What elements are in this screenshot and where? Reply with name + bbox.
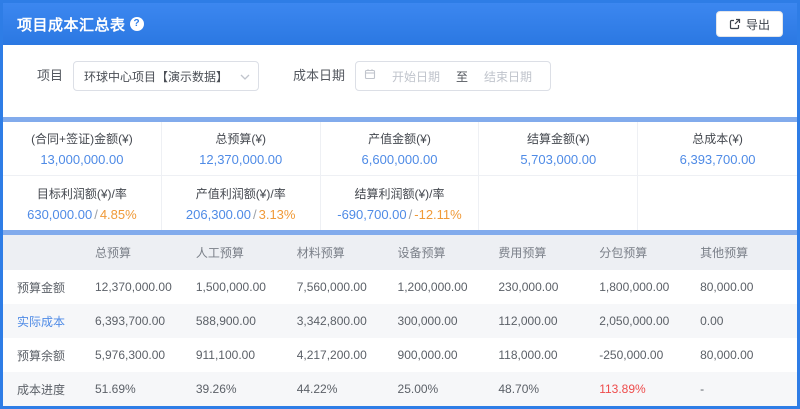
- card-label: 总成本(¥): [692, 130, 743, 147]
- card-value: 6,600,000.00: [362, 152, 438, 167]
- table-cell: 44.22%: [293, 372, 394, 406]
- table-cell: 300,000.00: [394, 304, 495, 338]
- chevron-down-icon: [240, 67, 250, 85]
- help-icon[interactable]: ?: [130, 17, 144, 31]
- card-label: 结算金额(¥): [527, 130, 590, 147]
- cost-table: 总预算人工预算材料预算设备预算费用预算分包预算其他预算 预算金额12,370,0…: [3, 235, 797, 406]
- row-label: 成本进度: [3, 372, 91, 406]
- table-header-row: 总预算人工预算材料预算设备预算费用预算分包预算其他预算: [3, 235, 797, 270]
- table-cell: 1,200,000.00: [394, 270, 495, 304]
- table-cell: -: [696, 372, 797, 406]
- table-cell: 113.89%: [595, 372, 696, 406]
- column-header: 材料预算: [293, 235, 394, 270]
- export-icon: [729, 18, 741, 30]
- column-header: 费用预算: [494, 235, 595, 270]
- card-value: 6,393,700.00: [680, 152, 756, 167]
- summary-card-contract-amount: (合同+签证)金额(¥) 13,000,000.00: [3, 122, 162, 175]
- table-cell: 1,500,000.00: [192, 270, 293, 304]
- summary-row-1: (合同+签证)金额(¥) 13,000,000.00 总预算(¥) 12,370…: [3, 122, 797, 176]
- table-cell: 5,976,300.00: [91, 338, 192, 372]
- card-label: 结算利润额(¥)/率: [354, 185, 444, 202]
- summary-row-2: 目标利润额(¥)/率 630,000.00/4.85% 产值利润额(¥)/率 2…: [3, 176, 797, 230]
- table-cell: 911,100.00: [192, 338, 293, 372]
- card-label: 总预算(¥): [215, 130, 266, 147]
- card-label: 产值利润额(¥)/率: [196, 185, 286, 202]
- column-header: [3, 235, 91, 270]
- page-title: 项目成本汇总表: [17, 14, 126, 35]
- project-select[interactable]: 环球中心项目【演示数据】: [73, 61, 259, 91]
- table-cell: 51.69%: [91, 372, 192, 406]
- titlebar: 项目成本汇总表 ? 导出: [3, 3, 797, 45]
- calendar-icon: [364, 67, 376, 85]
- end-date-input[interactable]: 结束日期: [474, 68, 542, 85]
- table-cell: 6,393,700.00: [91, 304, 192, 338]
- cost-date-filter-label: 成本日期: [293, 61, 345, 91]
- summary-card-settlement-profit: 结算利润额(¥)/率 -690,700.00/-12.11%: [321, 176, 480, 230]
- summary-card-empty: [638, 176, 797, 230]
- card-value: 12,370,000.00: [199, 152, 282, 167]
- row-label: 实际成本: [3, 304, 91, 338]
- date-range-separator: 至: [456, 68, 468, 85]
- export-button-label: 导出: [746, 16, 770, 33]
- project-select-value: 环球中心项目【演示数据】: [84, 68, 228, 85]
- start-date-input[interactable]: 开始日期: [382, 68, 450, 85]
- filter-panel: 项目 环球中心项目【演示数据】 成本日期 开始日期 至 结束日期: [3, 45, 797, 117]
- summary-card-output-profit: 产值利润额(¥)/率 206,300.00/3.13%: [162, 176, 321, 230]
- table-cell: 3,342,800.00: [293, 304, 394, 338]
- table-body: 预算金额12,370,000.001,500,000.007,560,000.0…: [3, 270, 797, 406]
- table-row: 成本进度51.69%39.26%44.22%25.00%48.70%113.89…: [3, 372, 797, 406]
- table-cell: 588,900.00: [192, 304, 293, 338]
- column-header: 分包预算: [595, 235, 696, 270]
- column-header: 人工预算: [192, 235, 293, 270]
- table-cell: 80,000.00: [696, 338, 797, 372]
- table-cell: 39.26%: [192, 372, 293, 406]
- table-cell: 0.00: [696, 304, 797, 338]
- summary-card-total-budget: 总预算(¥) 12,370,000.00: [162, 122, 321, 175]
- column-header: 总预算: [91, 235, 192, 270]
- cost-table-panel: 总预算人工预算材料预算设备预算费用预算分包预算其他预算 预算金额12,370,0…: [3, 235, 797, 406]
- row-label: 预算余额: [3, 338, 91, 372]
- title-wrap: 项目成本汇总表 ?: [17, 14, 144, 35]
- table-row: 实际成本6,393,700.00588,900.003,342,800.0030…: [3, 304, 797, 338]
- table-cell: 900,000.00: [394, 338, 495, 372]
- table-cell: 7,560,000.00: [293, 270, 394, 304]
- cost-date-range-picker[interactable]: 开始日期 至 结束日期: [355, 61, 551, 91]
- table-cell: -250,000.00: [595, 338, 696, 372]
- table-cell: 4,217,200.00: [293, 338, 394, 372]
- table-cell: 80,000.00: [696, 270, 797, 304]
- table-cell: 230,000.00: [494, 270, 595, 304]
- table-row: 预算金额12,370,000.001,500,000.007,560,000.0…: [3, 270, 797, 304]
- summary-panel: (合同+签证)金额(¥) 13,000,000.00 总预算(¥) 12,370…: [3, 122, 797, 230]
- summary-card-output-amount: 产值金额(¥) 6,600,000.00: [321, 122, 480, 175]
- summary-card-total-cost: 总成本(¥) 6,393,700.00: [638, 122, 797, 175]
- table-cell: 25.00%: [394, 372, 495, 406]
- table-cell: 112,000.00: [494, 304, 595, 338]
- export-button[interactable]: 导出: [716, 11, 783, 37]
- summary-card-empty: [479, 176, 638, 230]
- card-value: 630,000.00/4.85%: [27, 207, 137, 222]
- card-label: (合同+签证)金额(¥): [31, 130, 133, 147]
- summary-card-settlement-amount: 结算金额(¥) 5,703,000.00: [479, 122, 638, 175]
- row-label: 预算金额: [3, 270, 91, 304]
- table-cell: 2,050,000.00: [595, 304, 696, 338]
- card-value: -690,700.00/-12.11%: [337, 207, 462, 222]
- project-filter-label: 项目: [37, 61, 63, 91]
- table-cell: 12,370,000.00: [91, 270, 192, 304]
- card-label: 目标利润额(¥)/率: [37, 185, 127, 202]
- table-cell: 118,000.00: [494, 338, 595, 372]
- card-value: 5,703,000.00: [520, 152, 596, 167]
- card-label: 产值金额(¥): [368, 130, 431, 147]
- summary-card-target-profit: 目标利润额(¥)/率 630,000.00/4.85%: [3, 176, 162, 230]
- card-value: 206,300.00/3.13%: [186, 207, 296, 222]
- project-cost-summary-window: 项目成本汇总表 ? 导出 项目 环球中心项目【演示数据】 成本: [0, 0, 800, 409]
- card-value: 13,000,000.00: [40, 152, 123, 167]
- column-header: 设备预算: [394, 235, 495, 270]
- table-row: 预算余额5,976,300.00911,100.004,217,200.0090…: [3, 338, 797, 372]
- table-cell: 48.70%: [494, 372, 595, 406]
- column-header: 其他预算: [696, 235, 797, 270]
- table-cell: 1,800,000.00: [595, 270, 696, 304]
